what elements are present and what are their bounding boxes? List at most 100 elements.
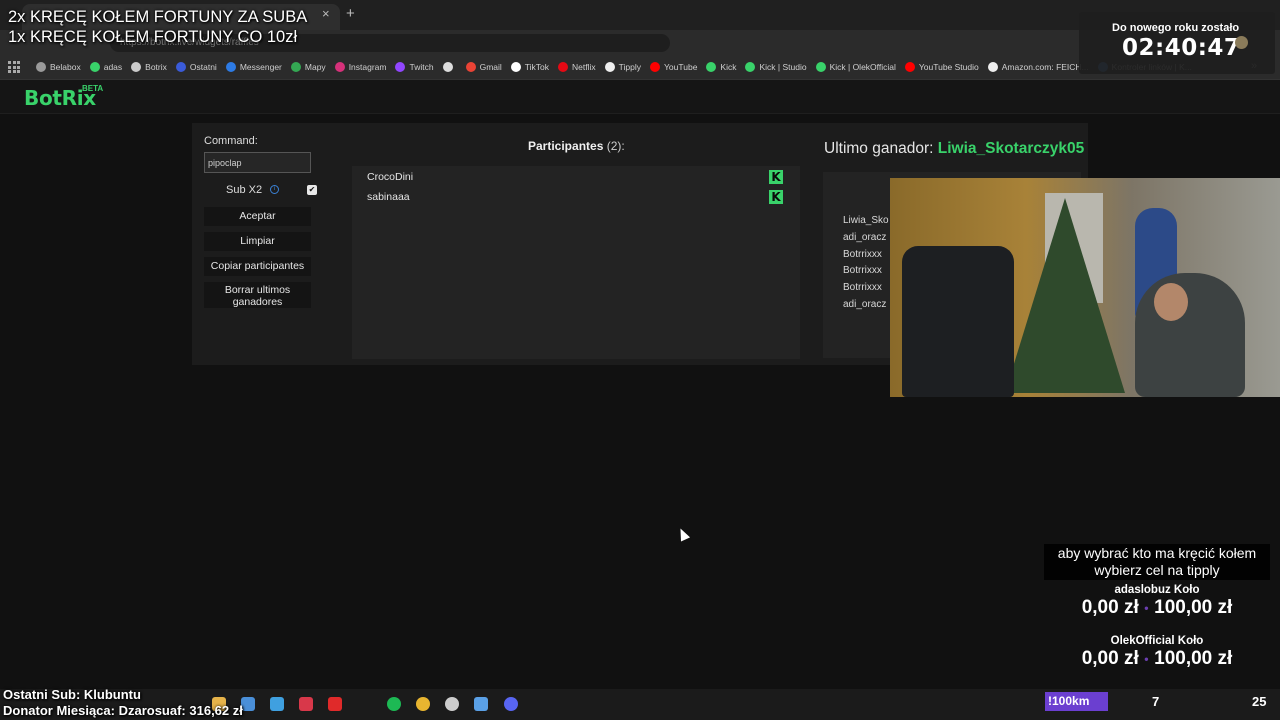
overlay-line-2: 1x KRĘCĘ KOŁEM FORTUNY CO 10zł xyxy=(8,28,298,46)
tab-close-icon[interactable]: × xyxy=(322,6,330,21)
wheel-goal-values: 0,00 zł ● 100,00 zł xyxy=(1044,597,1270,619)
instagram-icon xyxy=(334,62,345,72)
bookmark-item[interactable]: Kick | OlekOfficial xyxy=(815,62,896,72)
bookmark-label: Gmail xyxy=(479,62,502,72)
wheel-goal-values: 0,00 zł ● 100,00 zł xyxy=(1044,648,1270,670)
winner-item: Botrrixxx xyxy=(843,265,882,276)
erase-winners-button[interactable]: Borrar ultimos ganadores xyxy=(204,282,311,308)
clear-button[interactable]: Limpiar xyxy=(204,232,311,251)
kick-icon: K xyxy=(769,170,783,184)
botrix-icon xyxy=(131,62,142,72)
gmail-icon xyxy=(465,62,476,72)
spotify-icon[interactable] xyxy=(387,697,401,711)
app-icon[interactable] xyxy=(241,697,255,711)
bookmarks-list: Belabox adas Botrix Ostatni Messenger Mapy Ins… xyxy=(36,59,1192,75)
gaming-chair xyxy=(902,246,1014,397)
bookmark-item[interactable]: TikTok xyxy=(510,62,549,72)
obs-icon[interactable] xyxy=(445,697,459,711)
bookmark-item[interactable]: Ostatni xyxy=(175,62,217,72)
bookmark-item[interactable]: Instagram xyxy=(334,62,387,72)
cam-person-head xyxy=(1154,283,1188,321)
wheel-goal-target: 100,00 zł xyxy=(1154,648,1233,669)
globe-icon xyxy=(442,62,453,72)
media-icon[interactable] xyxy=(299,697,313,711)
bookmark-item[interactable]: Botrix xyxy=(131,62,167,72)
bookmark-label: Belabox xyxy=(50,62,81,72)
participants-title-text: Participantes xyxy=(528,139,604,153)
bookmark-label: Messenger xyxy=(239,62,282,72)
wheel-goal-title: OlekOfficial Koło xyxy=(1110,635,1204,647)
copy-participants-button[interactable]: Copiar participantes xyxy=(204,257,311,276)
bookmark-label: Kick xyxy=(720,62,737,72)
kick-icon xyxy=(745,62,756,72)
new-tab-icon[interactable]: + xyxy=(346,5,355,22)
participant-name[interactable]: sabinaaa xyxy=(367,191,410,203)
countdown-label: Do nowego roku zostało xyxy=(1112,22,1240,34)
discord-icon[interactable] xyxy=(504,697,518,711)
bookmark-item[interactable]: Gmail xyxy=(465,62,502,72)
donator-label: Donator Miesiąca: Dzarosuaf: 316,62 zł xyxy=(3,703,243,718)
participant-name[interactable]: CrocoDini xyxy=(367,171,413,183)
participants-list xyxy=(352,166,800,359)
sub-x2-label: Sub X2 xyxy=(226,184,263,196)
bookmark-label: YouTube Studio xyxy=(918,62,979,72)
bookmark-label: Botrix xyxy=(145,62,167,72)
command-input[interactable] xyxy=(204,152,311,173)
bookmark-item[interactable]: Messenger xyxy=(225,62,282,72)
webcam-feed xyxy=(890,178,1280,397)
youtube-icon xyxy=(650,62,661,72)
notes-icon[interactable] xyxy=(270,697,284,711)
bookmark-item[interactable]: Mapy xyxy=(290,62,326,72)
ostatni-icon xyxy=(175,62,186,72)
bookmark-item[interactable]: Tipply xyxy=(604,62,642,72)
accept-button[interactable]: Aceptar xyxy=(204,207,311,226)
winner-item: adi_oracz xyxy=(843,299,887,310)
bookmark-item[interactable]: adas xyxy=(89,62,123,72)
sub-x2-checkbox[interactable]: ✔ xyxy=(307,185,317,195)
bookmark-item[interactable] xyxy=(442,62,457,72)
twitch-icon xyxy=(395,62,406,72)
kick-icon xyxy=(815,62,826,72)
bookmark-item[interactable]: Belabox xyxy=(36,62,81,72)
winner-item: Botrrixxx xyxy=(843,282,882,293)
bookmark-item[interactable]: YouTube Studio xyxy=(904,62,979,72)
netflix-icon xyxy=(558,62,569,72)
separator-dot-icon: ● xyxy=(1144,654,1149,664)
bookmark-label: Mapy xyxy=(304,62,326,72)
last-sub-label: Ostatni Sub: Klubuntu xyxy=(3,687,141,702)
bookmark-item[interactable]: Amazon.com: FEICH... xyxy=(987,62,1089,72)
command-label: Command: xyxy=(204,135,258,147)
wheel-goal-current: 0,00 zł xyxy=(1081,648,1139,669)
youtube-icon[interactable] xyxy=(328,697,342,711)
bookmark-label: Kick | OlekOfficial xyxy=(829,62,896,72)
bookmark-label: Tipply xyxy=(618,62,642,72)
kick-icon xyxy=(89,62,100,72)
overlay-line-1: 2x KRĘCĘ KOŁEM FORTUNY ZA SUBA xyxy=(8,8,308,26)
wheel-goal-target: 100,00 zł xyxy=(1154,597,1233,618)
bookmark-label: adas xyxy=(103,62,123,72)
wheel-goal-title: adaslobuz Koło xyxy=(1114,584,1200,596)
tipply-icon xyxy=(604,62,615,72)
participants-title: Participantes (2): xyxy=(528,139,625,153)
wheel-goal-current: 0,00 zł xyxy=(1081,597,1139,618)
bookmark-item[interactable]: YouTube xyxy=(650,62,697,72)
bookmark-item[interactable]: Kick | Studio xyxy=(745,62,807,72)
bookmark-label: Ostatni xyxy=(189,62,217,72)
kick-icon: K xyxy=(769,190,783,204)
countdown-time: 02:40:47 xyxy=(1122,35,1241,61)
bookmark-label: Amazon.com: FEICH... xyxy=(1001,62,1089,72)
last-winner-label: Ultimo ganador: xyxy=(824,140,934,157)
youtube-icon xyxy=(904,62,915,72)
counter-a: 7 xyxy=(1152,694,1160,709)
window-icon[interactable] xyxy=(474,697,488,711)
chrome-icon[interactable] xyxy=(416,697,430,711)
last-winner-name: Liwia_Skotarczyk05 xyxy=(937,140,1085,157)
apps-grid-icon[interactable] xyxy=(8,61,20,73)
bookmark-label: Instagram xyxy=(348,62,387,72)
christmas-tree xyxy=(1005,198,1125,393)
mouse-cursor-icon xyxy=(675,526,691,542)
bookmark-item[interactable]: Netflix xyxy=(558,62,596,72)
bookmark-item[interactable]: Kick xyxy=(706,62,736,72)
bookmark-item[interactable]: Twitch xyxy=(395,62,434,72)
info-icon[interactable]: i xyxy=(270,185,279,194)
